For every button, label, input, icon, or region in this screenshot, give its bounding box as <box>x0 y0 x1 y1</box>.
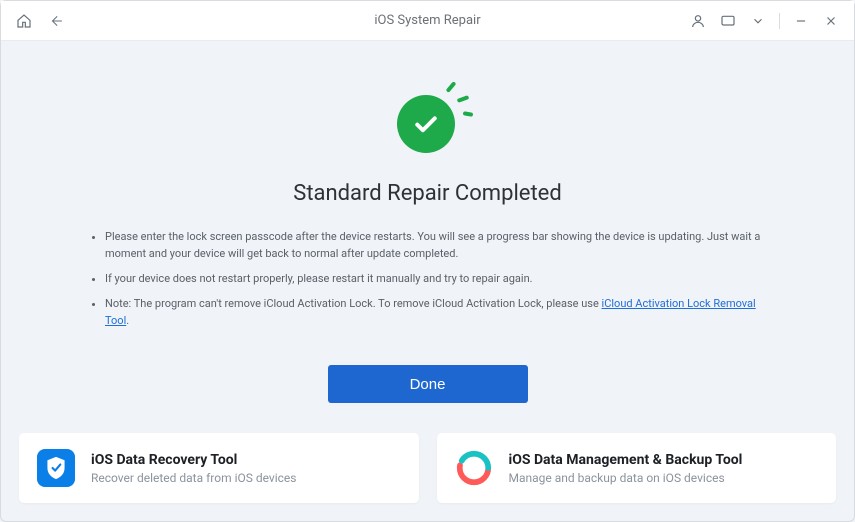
success-icon <box>383 83 473 163</box>
chevron-down-icon[interactable] <box>749 12 767 30</box>
done-button[interactable]: Done <box>328 365 528 403</box>
main-content: Standard Repair Completed Please enter t… <box>1 41 854 419</box>
promo-row: iOS Data Recovery Tool Recover deleted d… <box>1 419 854 521</box>
home-icon[interactable] <box>15 12 33 30</box>
feedback-icon[interactable] <box>719 12 737 30</box>
app-window: iOS System Repair <box>0 0 855 522</box>
promo-title: iOS Data Recovery Tool <box>91 452 296 468</box>
promo-subtitle: Recover deleted data from iOS devices <box>91 471 296 485</box>
titlebar-left <box>15 12 65 30</box>
minimize-icon[interactable] <box>792 12 810 30</box>
promo-subtitle: Manage and backup data on iOS devices <box>509 471 743 485</box>
instruction-item-note: Note: The program can't remove iCloud Ac… <box>105 295 774 329</box>
transfer-ring-icon <box>455 449 493 487</box>
instruction-item: If your device does not restart properly… <box>105 270 774 287</box>
promo-card-data-management[interactable]: iOS Data Management & Backup Tool Manage… <box>437 433 837 503</box>
promo-text: iOS Data Management & Backup Tool Manage… <box>509 452 743 485</box>
user-icon[interactable] <box>689 12 707 30</box>
back-icon[interactable] <box>47 12 65 30</box>
promo-text: iOS Data Recovery Tool Recover deleted d… <box>91 452 296 485</box>
titlebar: iOS System Repair <box>1 1 854 41</box>
checkmark-circle-icon <box>397 95 455 153</box>
shield-icon <box>37 449 75 487</box>
promo-card-data-recovery[interactable]: iOS Data Recovery Tool Recover deleted d… <box>19 433 419 503</box>
titlebar-right <box>689 12 840 30</box>
note-prefix: Note: The program can't remove iCloud Ac… <box>105 297 602 310</box>
instruction-item: Please enter the lock screen passcode af… <box>105 228 774 262</box>
app-title: iOS System Repair <box>374 13 480 28</box>
promo-title: iOS Data Management & Backup Tool <box>509 452 743 468</box>
close-icon[interactable] <box>822 12 840 30</box>
page-heading: Standard Repair Completed <box>293 181 561 206</box>
separator <box>779 13 780 29</box>
instruction-list: Please enter the lock screen passcode af… <box>81 228 774 337</box>
note-suffix: . <box>126 314 129 327</box>
